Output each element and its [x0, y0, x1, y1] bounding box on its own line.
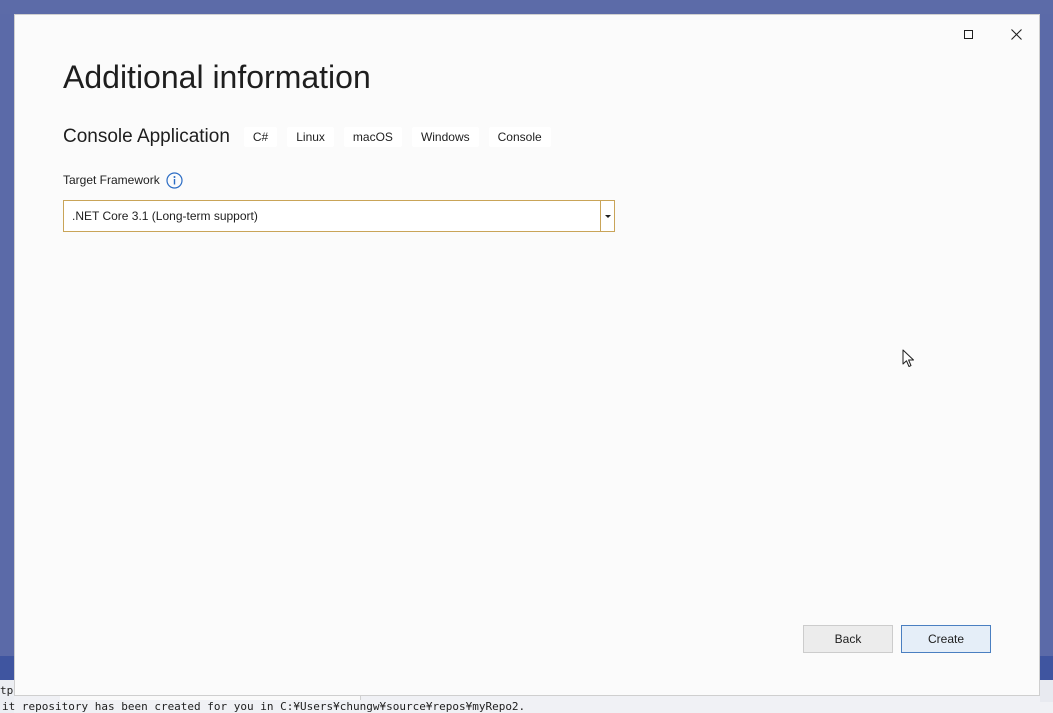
target-framework-label-row: Target Framework — [63, 170, 183, 190]
maximize-button[interactable] — [951, 23, 985, 45]
project-template-row: Console Application C# Linux macOS Windo… — [63, 125, 561, 149]
ide-output-tab-fragment: tpu — [0, 684, 14, 697]
tag-platform-linux: Linux — [287, 127, 334, 147]
tag-language: C# — [243, 127, 278, 147]
tag-platform-macos: macOS — [343, 127, 402, 147]
ide-background-top — [0, 0, 1053, 14]
target-framework-value: .NET Core 3.1 (Long-term support) — [72, 209, 258, 223]
back-button[interactable]: Back — [803, 625, 893, 653]
mouse-pointer-icon — [902, 349, 916, 374]
chevron-down-icon — [604, 214, 611, 218]
create-button[interactable]: Create — [901, 625, 991, 653]
project-template-name: Console Application — [63, 126, 230, 147]
close-button[interactable] — [999, 23, 1033, 45]
ide-output-right-panel — [1040, 680, 1053, 702]
maximize-icon — [963, 29, 973, 39]
target-framework-select[interactable]: .NET Core 3.1 (Long-term support) — [63, 200, 615, 232]
info-icon[interactable] — [166, 171, 183, 189]
close-icon — [1010, 28, 1022, 40]
tag-platform-windows: Windows — [411, 127, 479, 147]
dialog-title: Additional information — [63, 59, 371, 95]
ide-background-right — [1040, 14, 1053, 656]
additional-information-dialog: Additional information Console Applicati… — [14, 14, 1040, 696]
dropdown-arrow[interactable] — [600, 201, 614, 231]
tag-project-type: Console — [488, 127, 551, 147]
ide-output-text: it repository has been created for you i… — [2, 701, 526, 713]
target-framework-label: Target Framework — [63, 173, 160, 187]
